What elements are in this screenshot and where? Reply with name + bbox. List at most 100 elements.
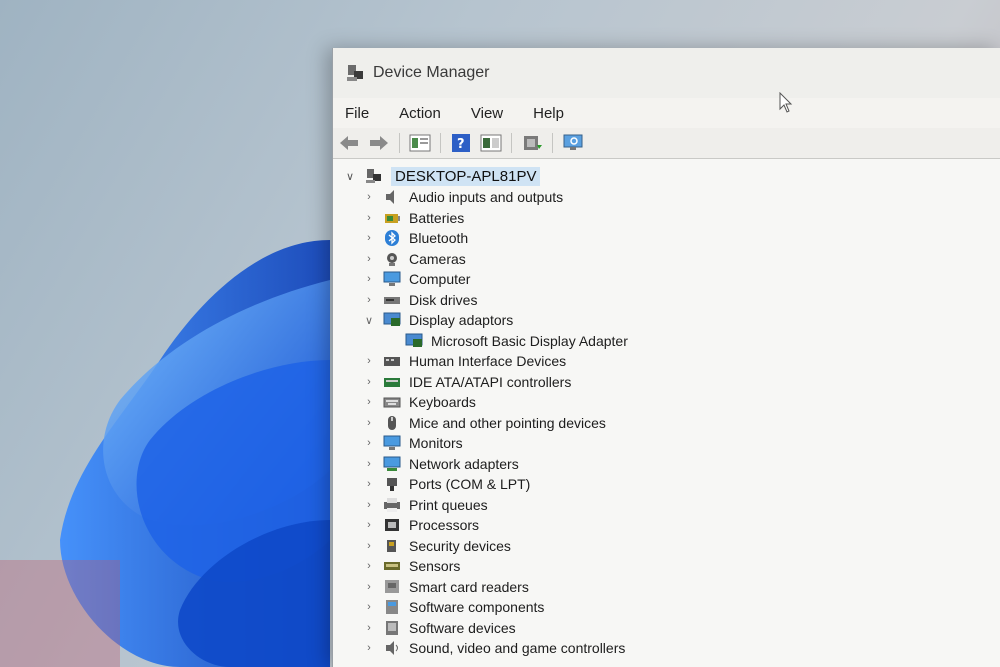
tree-category-label: Audio inputs and outputs [409,189,564,206]
tree-category-row[interactable]: › Ports (COM & LPT) [333,474,1000,495]
tree-category-row[interactable]: › Disk drives [333,290,1000,311]
tree-category-label: Display adaptors [409,312,514,329]
chevron-right-icon[interactable]: › [361,560,377,572]
properties-icon[interactable] [408,132,432,154]
tree-category-row[interactable]: › Audio inputs and outputs [333,187,1000,208]
tree-category-label: Mice and other pointing devices [409,414,606,431]
chevron-right-icon[interactable]: › [361,376,377,388]
menu-file[interactable]: File [341,103,373,124]
update-driver-icon[interactable] [520,132,544,154]
processor-icon [385,519,399,532]
tree-category-row[interactable]: › Security devices [333,536,1000,557]
tree-category-row[interactable]: ∨ Display adaptors [333,310,1000,331]
toolbar-separator [399,133,400,153]
tree-category-label: Security devices [409,537,511,554]
tree-category-row[interactable]: › Software components [333,597,1000,618]
ide-icon [384,377,400,387]
tree-category-row[interactable]: › Keyboards [333,392,1000,413]
toolbar-separator [511,133,512,153]
chevron-right-icon[interactable]: › [361,253,377,265]
tree-category-label: Batteries [409,209,465,226]
back-arrow-icon[interactable] [337,132,361,154]
tree-category-label: Sound, video and game controllers [409,640,626,657]
battery-icon [385,213,400,223]
mouse-pointer-icon [779,92,793,113]
computer-icon [366,169,381,183]
tree-category-row[interactable]: › Smart card readers [333,577,1000,598]
tree-category-row[interactable]: › Software devices [333,618,1000,639]
chevron-right-icon[interactable]: › [361,417,377,429]
tree-category-label: IDE ATA/ATAPI controllers [409,373,572,390]
tree-category-label: Disk drives [409,291,478,308]
window-title: Device Manager [373,64,490,81]
tree-category-row[interactable]: › Computer [333,269,1000,290]
tree-category-label: Keyboards [409,394,476,411]
menu-view[interactable]: View [467,103,507,124]
display-adapter-icon [405,333,423,347]
tree-category-row[interactable]: › Bluetooth [333,228,1000,249]
printer-icon [384,497,400,512]
tree-category-label: Bluetooth [409,230,469,247]
title-bar[interactable]: Device Manager [333,48,1000,113]
chevron-right-icon[interactable]: › [361,294,377,306]
chevron-down-icon[interactable]: ∨ [341,170,359,183]
tree-category-row[interactable]: › Monitors [333,433,1000,454]
chevron-right-icon[interactable]: › [361,540,377,552]
sound-icon [386,641,398,656]
help-icon[interactable]: ? [449,132,473,154]
chevron-right-icon[interactable]: › [361,458,377,470]
tree-category-label: Ports (COM & LPT) [409,476,531,493]
tree-category-row[interactable]: › Mice and other pointing devices [333,413,1000,434]
tree-category-label: Software devices [409,619,516,636]
chevron-right-icon[interactable]: › [361,478,377,490]
tree-root-node[interactable]: ∨ DESKTOP-APL81PV [333,165,1000,187]
disk-icon [384,296,400,304]
sensor-icon [384,562,400,571]
device-tree: ∨ DESKTOP-APL81PV › Audio inputs and outp… [333,159,1000,667]
tree-device-row[interactable]: Microsoft Basic Display Adapter [333,331,1000,352]
chevron-down-icon[interactable]: ∨ [361,314,377,327]
device-manager-window: Device Manager File Action View Help ? ∨… [332,48,1000,667]
tree-category-row[interactable]: › Cameras [333,249,1000,270]
mouse-icon [388,415,396,430]
tree-category-label: Print queues [409,496,488,513]
chevron-right-icon[interactable]: › [361,212,377,224]
toolbar-separator [440,133,441,153]
menu-action[interactable]: Action [395,103,445,124]
forward-arrow-icon[interactable] [367,132,391,154]
chevron-right-icon[interactable]: › [361,232,377,244]
chevron-right-icon[interactable]: › [361,642,377,654]
tree-category-row[interactable]: › Processors [333,515,1000,536]
tree-category-row[interactable]: › Print queues [333,495,1000,516]
chevron-right-icon[interactable]: › [361,355,377,367]
device-manager-icon [347,65,363,81]
chevron-right-icon[interactable]: › [361,191,377,203]
chevron-right-icon[interactable]: › [361,396,377,408]
keyboard-icon [383,397,401,408]
chevron-right-icon[interactable]: › [361,273,377,285]
tree-category-row[interactable]: › Sensors [333,556,1000,577]
menu-help[interactable]: Help [529,103,568,124]
chevron-right-icon[interactable]: › [361,622,377,634]
tree-category-row[interactable]: › Human Interface Devices [333,351,1000,372]
scan-hardware-icon[interactable] [561,132,585,154]
monitor-icon [383,271,401,287]
menu-bar: File Action View Help [333,98,1000,128]
chevron-right-icon[interactable]: › [361,499,377,511]
chevron-right-icon[interactable]: › [361,437,377,449]
svg-text:?: ? [457,137,465,152]
console-tree-icon[interactable] [479,132,503,154]
hid-icon [384,357,400,367]
tree-category-label: Cameras [409,250,466,267]
tree-category-row[interactable]: › IDE ATA/ATAPI controllers [333,372,1000,393]
bluetooth-icon [385,230,399,247]
chevron-right-icon[interactable]: › [361,581,377,593]
chevron-right-icon[interactable]: › [361,601,377,613]
tree-category-row[interactable]: › Sound, video and game controllers [333,638,1000,659]
tree-category-row[interactable]: › Network adapters [333,454,1000,475]
tree-category-label: Monitors [409,435,463,452]
tree-category-row[interactable]: › Batteries [333,208,1000,229]
tree-category-label: Smart card readers [409,578,529,595]
chevron-right-icon[interactable]: › [361,519,377,531]
tree-device-label: Microsoft Basic Display Adapter [431,332,628,349]
